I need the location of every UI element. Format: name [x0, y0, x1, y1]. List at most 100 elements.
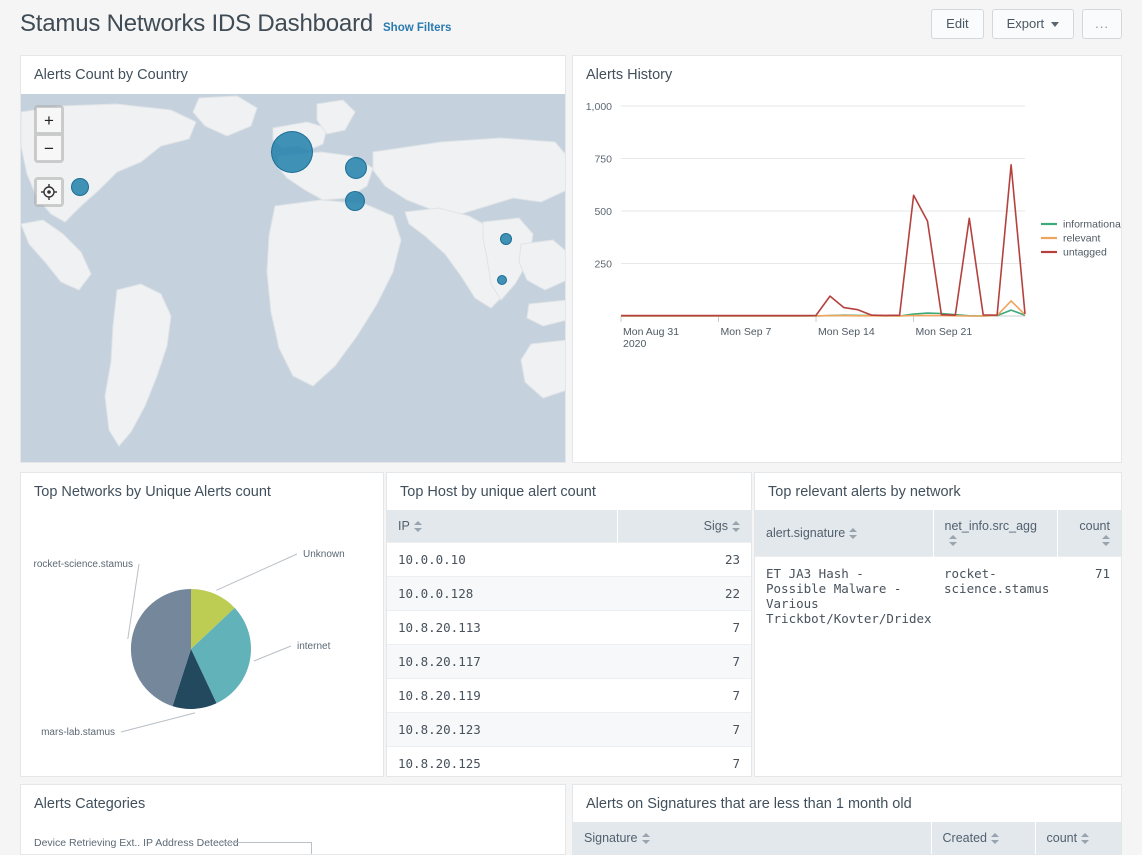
- map-marker-india-south[interactable]: [497, 275, 507, 285]
- host-panel-title: Top Host by unique alert count: [387, 473, 751, 510]
- sort-icon[interactable]: [1081, 833, 1089, 844]
- cell-ip: 10.0.0.10: [387, 543, 617, 577]
- cell-ip: 10.8.20.123: [387, 713, 617, 747]
- column-header-created[interactable]: Created: [931, 822, 1035, 854]
- column-label-count: count: [1079, 519, 1110, 533]
- x-axis-tick-label: Mon Sep 14: [818, 326, 875, 338]
- column-label-sigs: Sigs: [704, 519, 728, 533]
- sort-icon[interactable]: [642, 833, 650, 844]
- table-row[interactable]: 10.0.0.1023: [387, 543, 751, 577]
- pie-svg: Unknowninternetmars-lab.stamusrocket-sci…: [21, 507, 383, 775]
- column-header-sig-count[interactable]: count: [1035, 822, 1121, 854]
- column-header-count[interactable]: count: [1057, 510, 1121, 557]
- networks-pie-chart[interactable]: Unknowninternetmars-lab.stamusrocket-sci…: [21, 507, 383, 776]
- history-svg: 2505007501,000Mon Aug 312020Mon Sep 7Mon…: [573, 92, 1121, 360]
- table-header-row: alert.signature net_info.src_agg count: [755, 510, 1121, 557]
- signatures-table-head: Signature Created count: [573, 822, 1121, 854]
- category-leader-line-vertical: [311, 842, 312, 855]
- map-locate-control: [34, 177, 64, 207]
- top-relevant-table-head: alert.signature net_info.src_agg count: [755, 510, 1121, 557]
- zoom-out-button[interactable]: −: [36, 135, 62, 161]
- show-filters-link[interactable]: Show Filters: [383, 22, 451, 34]
- top-host-table: IP Sigs 10.0.0.102310.0.0.1282210.8.20.1…: [387, 510, 751, 777]
- map-panel-title: Alerts Count by Country: [21, 56, 565, 93]
- top-relevant-table: alert.signature net_info.src_agg count E…: [755, 510, 1121, 635]
- cell-count: 71: [1057, 557, 1121, 636]
- top-bar: Stamus Networks IDS Dashboard Show Filte…: [0, 0, 1142, 48]
- table-row[interactable]: 10.8.20.1237: [387, 713, 751, 747]
- cell-sigs: 7: [617, 645, 751, 679]
- signatures-panel-title: Alerts on Signatures that are less than …: [573, 785, 1121, 822]
- map-marker-united-states-east[interactable]: [71, 178, 89, 196]
- column-label-ip: IP: [398, 519, 410, 533]
- y-axis-tick-label: 500: [594, 206, 612, 218]
- legend-label-informational[interactable]: informational: [1063, 219, 1121, 231]
- relevant-panel-title: Top relevant alerts by network: [755, 473, 1121, 510]
- world-map[interactable]: + −: [21, 94, 565, 462]
- cell-sigs: 7: [617, 679, 751, 713]
- cell-alert-signature: ET JA3 Hash - Possible Malware - Various…: [755, 557, 933, 636]
- table-row[interactable]: 10.8.20.1257: [387, 747, 751, 778]
- pie-leader-line: [121, 713, 195, 732]
- map-marker-greece[interactable]: [345, 191, 365, 211]
- pie-leader-line: [216, 554, 297, 590]
- chevron-down-icon: [1051, 22, 1059, 27]
- table-row[interactable]: ET JA3 Hash - Possible Malware - Various…: [755, 557, 1121, 636]
- signatures-table: Signature Created count: [573, 822, 1121, 854]
- pie-label-Unknown: Unknown: [303, 549, 345, 560]
- top-relevant-alerts-panel: Top relevant alerts by network alert.sig…: [754, 472, 1122, 777]
- cell-ip: 10.8.20.117: [387, 645, 617, 679]
- table-row[interactable]: 10.0.0.12822: [387, 577, 751, 611]
- column-header-net-info-src-agg[interactable]: net_info.src_agg: [933, 510, 1057, 557]
- edit-button[interactable]: Edit: [931, 9, 983, 39]
- cell-sigs: 7: [617, 611, 751, 645]
- more-options-button[interactable]: ...: [1082, 9, 1122, 39]
- page-title: Stamus Networks IDS Dashboard: [20, 10, 373, 38]
- column-header-alert-signature[interactable]: alert.signature: [755, 510, 933, 557]
- map-marker-romania[interactable]: [345, 157, 367, 179]
- x-axis-tick-label: Mon Sep 21: [916, 326, 973, 338]
- alerts-history-chart[interactable]: 2505007501,000Mon Aug 312020Mon Sep 7Mon…: [573, 92, 1121, 462]
- column-label-sig-count: count: [1047, 831, 1078, 845]
- table-header-row: IP Sigs: [387, 510, 751, 543]
- map-marker-india-north[interactable]: [500, 233, 512, 245]
- column-label-net-info-src-agg: net_info.src_agg: [945, 519, 1037, 533]
- map-marker-united-kingdom[interactable]: [271, 131, 313, 173]
- toolbar-actions: Edit Export ...: [931, 9, 1122, 39]
- title-group: Stamus Networks IDS Dashboard Show Filte…: [20, 10, 451, 38]
- export-label: Export: [1007, 16, 1045, 32]
- pie-panel-title: Top Networks by Unique Alerts count: [21, 473, 383, 510]
- sort-icon[interactable]: [414, 521, 422, 532]
- sort-icon[interactable]: [1102, 535, 1110, 546]
- x-axis-tick-label: Mon Aug 31: [623, 326, 679, 338]
- column-header-ip[interactable]: IP: [387, 510, 617, 543]
- y-axis-tick-label: 250: [594, 259, 612, 271]
- legend-label-untagged[interactable]: untagged: [1063, 247, 1107, 259]
- category-first-label: Device Retrieving Ext.. IP Address Detec…: [34, 837, 239, 849]
- pie-label-internet: internet: [297, 641, 331, 652]
- x-axis-tick-label: 2020: [623, 338, 647, 350]
- export-button[interactable]: Export: [992, 9, 1075, 39]
- top-host-panel: Top Host by unique alert count IP Sigs 1…: [386, 472, 752, 777]
- sort-icon[interactable]: [849, 528, 857, 539]
- alerts-on-new-signatures-panel: Alerts on Signatures that are less than …: [572, 784, 1122, 855]
- table-row[interactable]: 10.8.20.1177: [387, 645, 751, 679]
- table-row[interactable]: 10.8.20.1137: [387, 611, 751, 645]
- cell-ip: 10.8.20.119: [387, 679, 617, 713]
- y-axis-tick-label: 1,000: [586, 101, 612, 113]
- dashboard-page: Stamus Networks IDS Dashboard Show Filte…: [0, 0, 1142, 855]
- sort-icon[interactable]: [991, 833, 999, 844]
- locate-icon[interactable]: [36, 179, 62, 205]
- zoom-in-button[interactable]: +: [36, 107, 62, 133]
- history-panel-title: Alerts History: [573, 56, 1121, 93]
- legend-label-relevant[interactable]: relevant: [1063, 233, 1100, 245]
- column-header-sigs[interactable]: Sigs: [617, 510, 751, 543]
- pie-label-rocket-science.stamus: rocket-science.stamus: [34, 559, 133, 570]
- sort-icon[interactable]: [949, 535, 957, 546]
- table-row[interactable]: 10.8.20.1197: [387, 679, 751, 713]
- cell-network: rocket-science.stamus: [933, 557, 1057, 636]
- table-header-row: Signature Created count: [573, 822, 1121, 854]
- column-header-signature[interactable]: Signature: [573, 822, 931, 854]
- sort-icon[interactable]: [732, 521, 740, 532]
- cell-ip: 10.8.20.113: [387, 611, 617, 645]
